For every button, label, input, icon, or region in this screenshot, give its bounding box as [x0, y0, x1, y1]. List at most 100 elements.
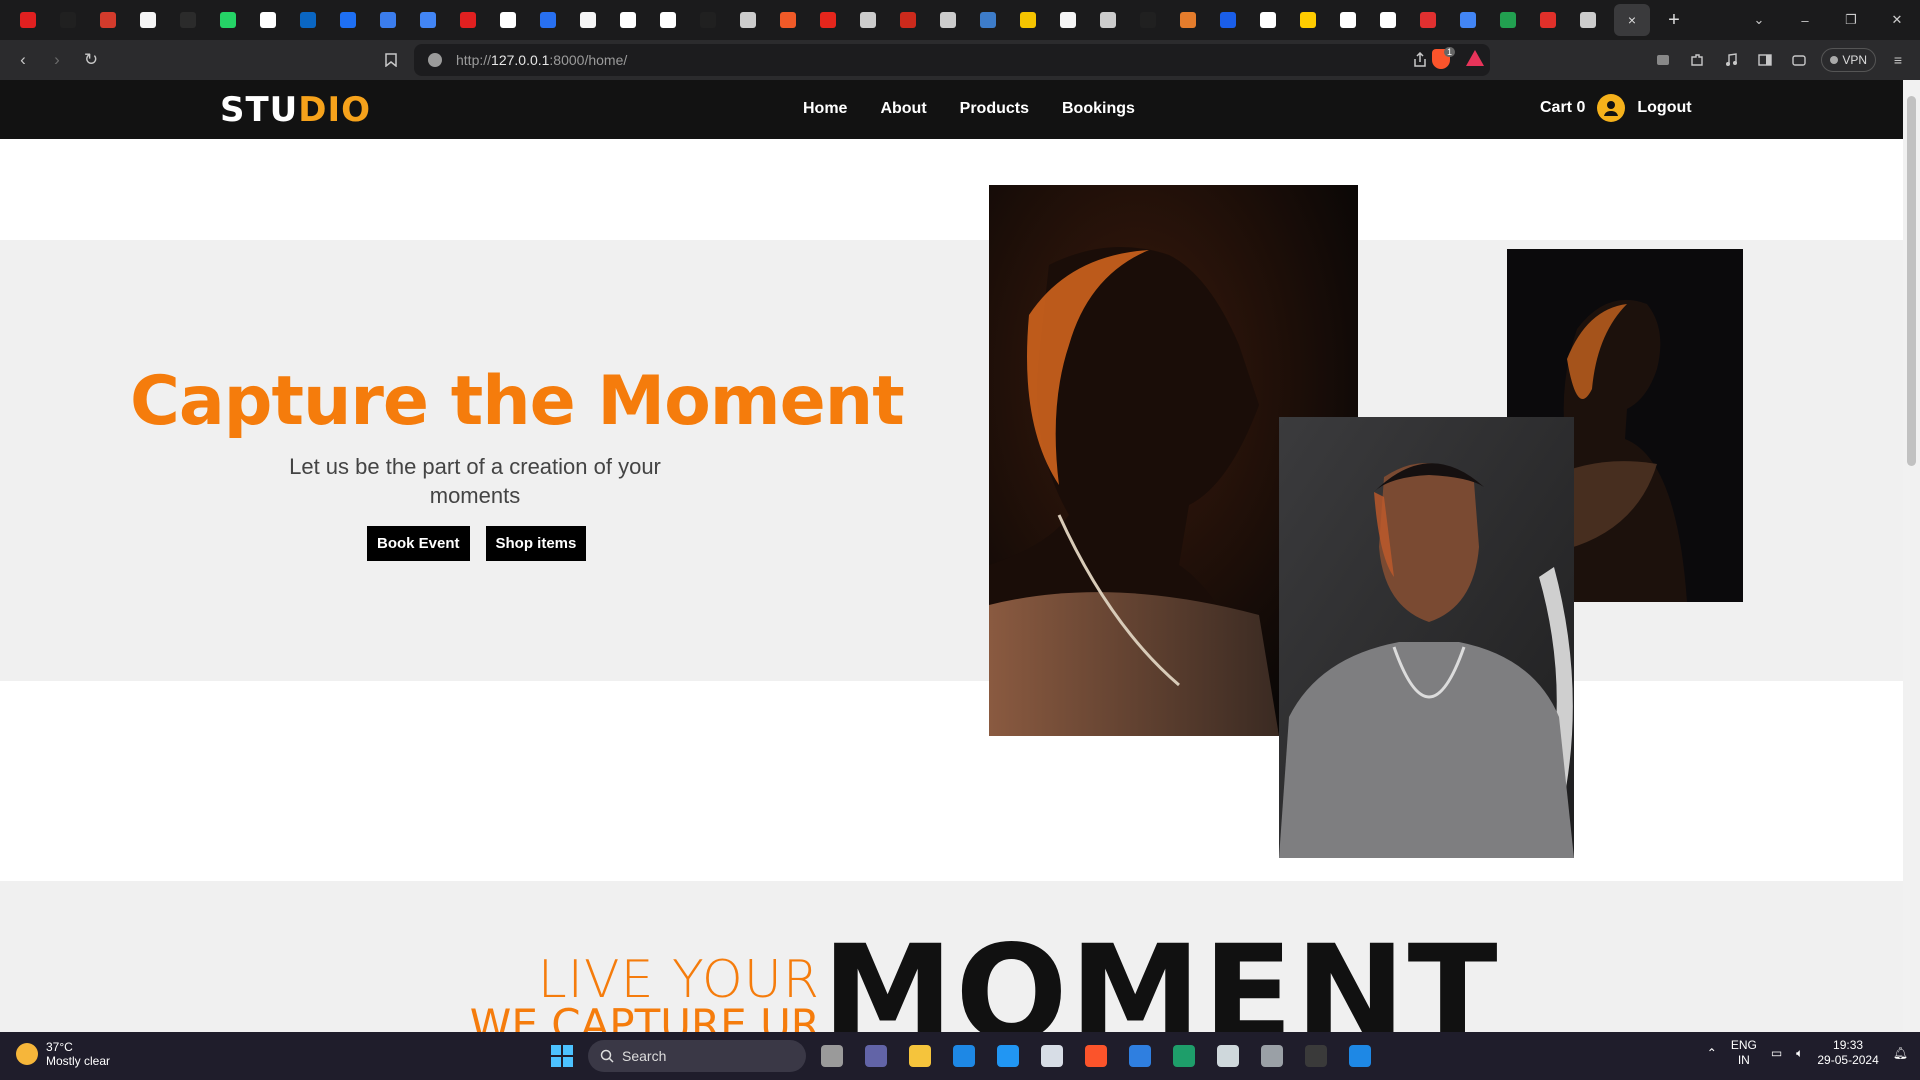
menu-icon[interactable]: ≡: [1886, 48, 1910, 72]
tab-favicon-23[interactable]: [888, 0, 928, 40]
tab-favicon-17[interactable]: [648, 0, 688, 40]
scrollbar-thumb[interactable]: [1907, 96, 1916, 466]
media-icon[interactable]: [1719, 48, 1743, 72]
tab-favicon-4[interactable]: [128, 0, 168, 40]
taskbar-app-4-icon[interactable]: [946, 1038, 982, 1074]
cart-link[interactable]: Cart 0: [1540, 99, 1585, 117]
share-icon[interactable]: [1412, 51, 1428, 71]
page-scrollbar[interactable]: [1903, 80, 1920, 1032]
tab-favicon-6[interactable]: [208, 0, 248, 40]
tab-favicon-26[interactable]: [1008, 0, 1048, 40]
tab-search-icon[interactable]: ⌄: [1736, 0, 1782, 40]
taskbar-app-11-icon[interactable]: [1254, 1038, 1290, 1074]
tab-favicon-9[interactable]: [328, 0, 368, 40]
taskbar-app-8-icon[interactable]: [1122, 1038, 1158, 1074]
brave-rewards-icon[interactable]: [1466, 50, 1484, 66]
tab-favicon-31[interactable]: [1208, 0, 1248, 40]
bookmark-icon[interactable]: [374, 43, 408, 77]
url-host: 127.0.0.1: [491, 52, 550, 68]
tab-favicon-33[interactable]: [1288, 0, 1328, 40]
tab-favicon-24[interactable]: [928, 0, 968, 40]
studio-logo[interactable]: STUDIO: [220, 90, 371, 130]
cart-label: Cart: [1540, 99, 1573, 116]
logout-link[interactable]: Logout: [1637, 99, 1691, 117]
new-tab-icon[interactable]: +: [1656, 4, 1692, 36]
book-event-button[interactable]: Book Event: [367, 526, 470, 561]
tab-favicon-36[interactable]: [1408, 0, 1448, 40]
taskbar-app-12-icon[interactable]: [1298, 1038, 1334, 1074]
taskbar-search[interactable]: Search: [588, 1040, 806, 1072]
shop-items-button[interactable]: Shop items: [485, 526, 587, 561]
taskbar-app-3-icon[interactable]: [902, 1038, 938, 1074]
reload-icon[interactable]: ↻: [74, 43, 108, 77]
tab-favicon-7[interactable]: [248, 0, 288, 40]
language-indicator[interactable]: ENG IN: [1731, 1038, 1757, 1068]
nav-bookings-link[interactable]: Bookings: [1062, 100, 1135, 118]
extensions-icon[interactable]: [1685, 48, 1709, 72]
tab-favicon-12[interactable]: [448, 0, 488, 40]
moment-heading: MOMENT: [822, 917, 1500, 1032]
tab-favicon-15[interactable]: [568, 0, 608, 40]
tab-favicon-22[interactable]: [848, 0, 888, 40]
wallet-icon[interactable]: [1787, 48, 1811, 72]
tab-favicon-37[interactable]: [1448, 0, 1488, 40]
tab-favicon-27[interactable]: [1048, 0, 1088, 40]
tray-overflow-icon[interactable]: ⌃: [1707, 1046, 1717, 1060]
network-icon[interactable]: ▭: [1771, 1046, 1782, 1060]
site-navbar: STUDIO Home About Products Bookings Cart…: [0, 80, 1903, 139]
weather-widget[interactable]: 37°C Mostly clear: [16, 1040, 110, 1068]
taskbar-app-13-icon[interactable]: [1342, 1038, 1378, 1074]
taskbar-app-6-icon[interactable]: [1034, 1038, 1070, 1074]
tab-favicon-13[interactable]: [488, 0, 528, 40]
we-capture-heading: WE CAPTURE UR: [469, 1000, 820, 1032]
minimize-icon[interactable]: –: [1782, 0, 1828, 40]
vpn-button[interactable]: VPN: [1821, 48, 1876, 72]
taskbar-app-10-icon[interactable]: [1210, 1038, 1246, 1074]
tab-favicon-32[interactable]: [1248, 0, 1288, 40]
nav-about-link[interactable]: About: [880, 100, 926, 118]
tab-favicon-30[interactable]: [1168, 0, 1208, 40]
tab-favicon-34[interactable]: [1328, 0, 1368, 40]
tab-favicon-3[interactable]: [88, 0, 128, 40]
taskbar-app-5-icon[interactable]: [990, 1038, 1026, 1074]
tab-favicon-11[interactable]: [408, 0, 448, 40]
tab-favicon-8[interactable]: [288, 0, 328, 40]
close-window-icon[interactable]: ✕: [1874, 0, 1920, 40]
tab-favicon-21[interactable]: [808, 0, 848, 40]
tab-favicon-16[interactable]: [608, 0, 648, 40]
forward-icon[interactable]: ›: [40, 43, 74, 77]
tab-favicon-39[interactable]: [1528, 0, 1568, 40]
tab-favicon-20[interactable]: [768, 0, 808, 40]
tab-favicon-35[interactable]: [1368, 0, 1408, 40]
tab-favicon-29[interactable]: [1128, 0, 1168, 40]
sidebar-icon[interactable]: [1753, 48, 1777, 72]
nav-home-link[interactable]: Home: [803, 100, 847, 118]
site-info-icon[interactable]: [428, 53, 442, 67]
tab-favicon-10[interactable]: [368, 0, 408, 40]
tab-favicon-14[interactable]: [528, 0, 568, 40]
notification-icon[interactable]: 🔔︎: [1893, 1046, 1908, 1060]
tab-favicon-2[interactable]: [48, 0, 88, 40]
volume-icon[interactable]: 🔈︎: [1796, 1046, 1803, 1061]
tab-favicon-19[interactable]: [728, 0, 768, 40]
address-bar[interactable]: http://127.0.0.1:8000/home/: [414, 44, 1490, 76]
tab-favicon-25[interactable]: [968, 0, 1008, 40]
tab-favicon-1[interactable]: [8, 0, 48, 40]
taskbar-app-9-icon[interactable]: [1166, 1038, 1202, 1074]
user-avatar-icon[interactable]: [1597, 94, 1626, 122]
extension-1-icon[interactable]: [1651, 48, 1675, 72]
nav-products-link[interactable]: Products: [960, 100, 1029, 118]
start-icon[interactable]: [544, 1038, 580, 1074]
taskbar-app-1-icon[interactable]: [814, 1038, 850, 1074]
clock[interactable]: 19:33 29-05-2024: [1817, 1038, 1878, 1068]
back-icon[interactable]: ‹: [6, 43, 40, 77]
active-tab-close-icon[interactable]: ×: [1614, 4, 1650, 36]
tab-favicon-38[interactable]: [1488, 0, 1528, 40]
tab-favicon-28[interactable]: [1088, 0, 1128, 40]
tab-favicon-40[interactable]: [1568, 0, 1608, 40]
taskbar-app-7-icon[interactable]: [1078, 1038, 1114, 1074]
tab-favicon-5[interactable]: [168, 0, 208, 40]
restore-icon[interactable]: ❐: [1828, 0, 1874, 40]
tab-favicon-18[interactable]: [688, 0, 728, 40]
taskbar-app-2-icon[interactable]: [858, 1038, 894, 1074]
